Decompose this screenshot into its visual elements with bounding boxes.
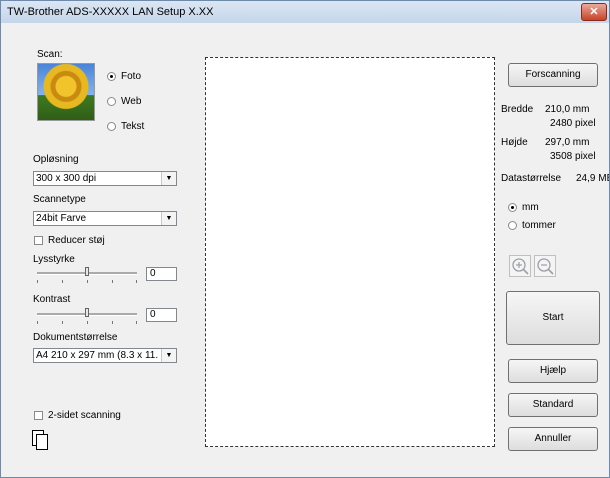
brightness-slider-thumb[interactable] bbox=[85, 267, 89, 276]
noise-reduction-label[interactable]: Reducer støj bbox=[48, 235, 105, 246]
unit-mm-label[interactable]: mm bbox=[522, 202, 539, 213]
height-px-value: 3508 pixel bbox=[550, 151, 596, 162]
duplex-checkbox[interactable] bbox=[34, 411, 43, 420]
brightness-tick bbox=[112, 280, 113, 283]
brightness-tick bbox=[37, 280, 38, 283]
scantype-value: 24bit Farve bbox=[36, 213, 87, 224]
scan-foto-label[interactable]: Foto bbox=[121, 71, 141, 82]
prescan-button[interactable]: Forscanning bbox=[508, 63, 598, 87]
scan-label: Scan: bbox=[37, 49, 63, 60]
contrast-tick bbox=[112, 321, 113, 324]
docsize-select[interactable]: A4 210 x 297 mm (8.3 x 11. ▼ bbox=[33, 348, 177, 363]
zoom-out-button[interactable] bbox=[534, 255, 556, 277]
noise-reduction-checkbox[interactable] bbox=[34, 236, 43, 245]
brightness-tick bbox=[87, 280, 88, 283]
unit-tommer-label[interactable]: tommer bbox=[522, 220, 556, 231]
scanner-setup-window: TW-Brother ADS-XXXXX LAN Setup X.XX ✕ Sc… bbox=[0, 0, 610, 478]
help-button[interactable]: Hjælp bbox=[508, 359, 598, 383]
brightness-tick bbox=[136, 280, 137, 283]
chevron-down-icon[interactable]: ▼ bbox=[161, 212, 176, 225]
contrast-value-field[interactable]: 0 bbox=[146, 308, 177, 322]
scan-tekst-label[interactable]: Tekst bbox=[121, 121, 144, 132]
window-title: TW-Brother ADS-XXXXX LAN Setup X.XX bbox=[7, 6, 214, 18]
default-button[interactable]: Standard bbox=[508, 393, 598, 417]
contrast-slider-thumb[interactable] bbox=[85, 308, 89, 317]
close-button[interactable]: ✕ bbox=[581, 3, 607, 21]
chevron-down-icon[interactable]: ▼ bbox=[161, 172, 176, 185]
scantype-label: Scannetype bbox=[33, 194, 86, 205]
start-button[interactable]: Start bbox=[506, 291, 600, 345]
cancel-button[interactable]: Annuller bbox=[508, 427, 598, 451]
contrast-tick bbox=[37, 321, 38, 324]
scan-preview-area[interactable] bbox=[205, 57, 495, 447]
zoom-in-button[interactable] bbox=[509, 255, 531, 277]
resolution-label: Opløsning bbox=[33, 154, 79, 165]
brightness-tick bbox=[62, 280, 63, 283]
scan-web-radio[interactable] bbox=[107, 97, 116, 106]
width-px-value: 2480 pixel bbox=[550, 118, 596, 129]
contrast-tick bbox=[62, 321, 63, 324]
scan-foto-radio[interactable] bbox=[107, 72, 116, 81]
resolution-value: 300 x 300 dpi bbox=[36, 173, 97, 184]
scan-tekst-radio[interactable] bbox=[107, 122, 116, 131]
chevron-down-icon[interactable]: ▼ bbox=[161, 349, 176, 362]
title-bar[interactable]: TW-Brother ADS-XXXXX LAN Setup X.XX ✕ bbox=[1, 1, 609, 23]
brightness-value-field[interactable]: 0 bbox=[146, 267, 177, 281]
zoom-in-icon bbox=[512, 258, 529, 275]
zoom-out-icon bbox=[537, 258, 554, 275]
photo-thumbnail-icon bbox=[37, 63, 95, 121]
contrast-tick bbox=[87, 321, 88, 324]
width-mm-value: 210,0 mm bbox=[545, 104, 590, 115]
unit-tommer-radio[interactable] bbox=[508, 221, 517, 230]
scantype-select[interactable]: 24bit Farve ▼ bbox=[33, 211, 177, 226]
contrast-tick bbox=[136, 321, 137, 324]
docsize-label: Dokumentstørrelse bbox=[33, 332, 118, 343]
brightness-label: Lysstyrke bbox=[33, 254, 75, 265]
scan-web-label[interactable]: Web bbox=[121, 96, 141, 107]
width-label: Bredde bbox=[501, 104, 534, 115]
docsize-value: A4 210 x 297 mm (8.3 x 11. bbox=[36, 350, 159, 361]
datasize-label: Datastørrelse bbox=[501, 173, 562, 184]
height-mm-value: 297,0 mm bbox=[545, 137, 590, 148]
resolution-select[interactable]: 300 x 300 dpi ▼ bbox=[33, 171, 177, 186]
duplex-label[interactable]: 2-sidet scanning bbox=[48, 410, 121, 421]
unit-mm-radio[interactable] bbox=[508, 203, 517, 212]
height-label: Højde bbox=[501, 137, 528, 148]
contrast-label: Kontrast bbox=[33, 294, 71, 305]
duplex-pages-icon bbox=[32, 430, 48, 450]
datasize-value: 24,9 MB bbox=[576, 173, 610, 184]
